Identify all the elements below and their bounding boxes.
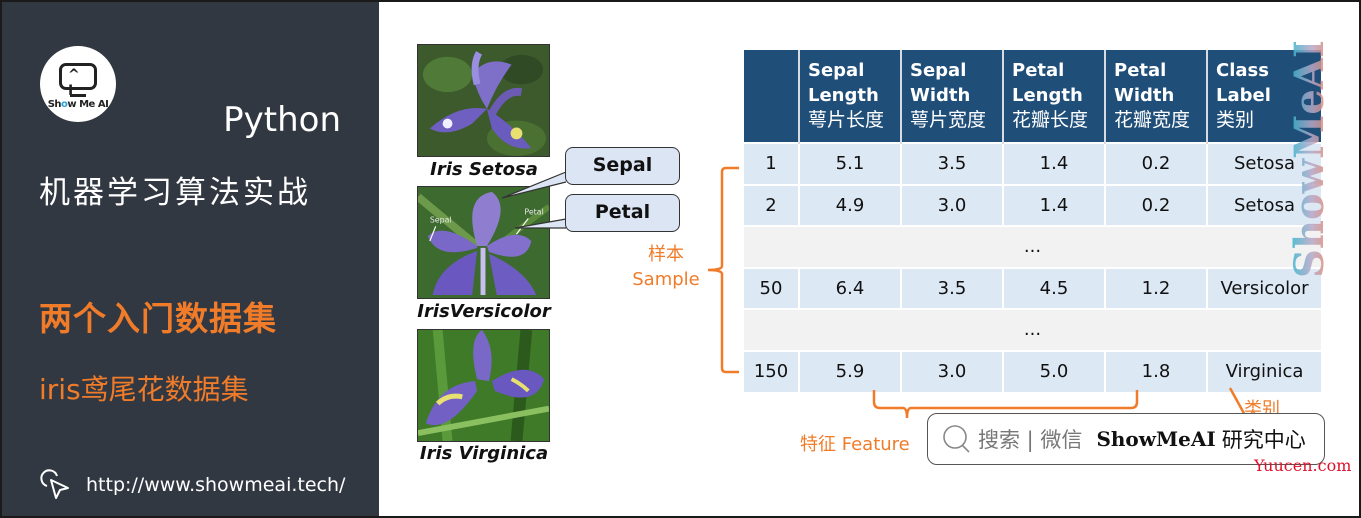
watermark-text: ShowMeAI [1289,42,1329,278]
iris-versicolor-image: Sepal Petal [417,186,550,299]
feature-cell: 3.5 [900,266,1003,309]
showmeai-logo: ^ I Show Me AI [40,46,116,122]
sample-label: 样本 Sample [624,242,708,292]
row-index-cell: 2 [744,183,799,226]
header-label-cn: 萼片宽度 [910,109,987,131]
iris-virginica-caption: Iris Virginica [419,443,549,464]
ellipsis-row: ... [744,225,1321,268]
feature-cell: 4.9 [798,183,901,226]
iris-data-table: Sepal Length 萼片长度 Sepal Width 萼片宽度 Petal Length… [744,50,1321,392]
feature-cell: 1.8 [1104,349,1207,392]
header-label-en: Width [1114,85,1175,106]
ellipsis-row: ... [744,308,1321,351]
header-label-en: Petal [1114,60,1167,81]
language-title: Python [223,100,341,140]
feature-cell: 3.0 [900,183,1003,226]
subsection-title: iris鸢尾花数据集 [39,373,249,406]
header-label-en: Sepal [910,60,967,81]
left-panel: ^ I Show Me AI Python 机器学习算法实战 两个入门数据集 i… [2,2,379,516]
search-icon [943,425,970,453]
website-link[interactable]: http://www.showmeai.tech/ [38,468,345,502]
search-hint: 搜索 | 微信 [978,428,1083,452]
table-row: 50 6.4 3.5 4.5 1.2 Versicolor [744,266,1321,309]
feature-cell: 6.4 [798,266,901,309]
header-label-en: Width [910,85,971,106]
row-index-cell: 150 [744,349,799,392]
feature-cell: 3.5 [900,142,1003,185]
sample-brace [707,166,739,374]
table-row: 2 4.9 3.0 1.4 0.2 Setosa [744,183,1321,226]
column-header: Sepal Length 萼片长度 [798,50,901,143]
header-label-en: Length [808,85,879,106]
sepal-inner-label: Sepal [430,215,452,224]
column-header: Sepal Width 萼片宽度 [900,50,1003,143]
header-label-en: Petal [1012,60,1065,81]
header-label-cn: 花瓣宽度 [1114,109,1191,131]
feature-cell: 0.2 [1104,142,1207,185]
feature-cell: 4.5 [1002,266,1105,309]
row-index-cell: 1 [744,142,799,185]
course-title: 机器学习算法实战 [39,175,311,211]
header-label-cn: 花瓣长度 [1012,109,1089,131]
iris-setosa-image [417,44,550,157]
ellipsis-cell: ... [744,308,1321,351]
header-label-en: Length [1012,85,1083,106]
search-brand-cn: 研究中心 [1221,428,1306,452]
sepal-callout: Sepal [565,147,680,185]
cursor-click-icon [40,469,69,499]
table-row: 1 5.1 3.5 1.4 0.2 Setosa [744,142,1321,185]
robot-stand-icon [70,94,86,97]
iris-setosa-caption: Iris Setosa [430,159,538,180]
feature-cell: 5.9 [798,349,901,392]
feature-cell: 5.0 [1002,349,1105,392]
yuucen-watermark: Yuucen.com [1254,456,1352,475]
sample-label-cn: 样本 [648,244,684,265]
feature-label: 特征 Feature [800,434,910,455]
ellipsis-cell: ... [744,225,1321,268]
sample-label-en: Sample [632,269,700,290]
iris-versicolor-caption: IrisVersicolor [417,301,551,322]
row-index-cell: 50 [744,266,799,309]
search-brand: ShowMeAI [1096,427,1216,451]
table-header-row: Sepal Length 萼片长度 Sepal Width 萼片宽度 Petal Length… [744,50,1321,143]
feature-cell: 3.0 [900,349,1003,392]
showmeai-watermark: ShowMeAI [1289,42,1329,278]
petal-callout: Petal [565,194,680,232]
website-url[interactable]: http://www.showmeai.tech/ [86,474,345,496]
petal-inner-label: Petal [524,208,543,217]
slide: ^ I Show Me AI Python 机器学习算法实战 两个入门数据集 i… [0,0,1361,518]
feature-cell: 1.4 [1002,183,1105,226]
iris-virginica-image [417,329,550,442]
column-header [744,50,799,143]
column-header: Petal Width 花瓣宽度 [1104,50,1207,143]
feature-cell: 0.2 [1104,183,1207,226]
logo-text-part: Sh [47,99,62,110]
robot-screen-icon: ^ I [59,63,97,99]
feature-cell: 1.4 [1002,142,1105,185]
header-label-en: Sepal [808,60,865,81]
logo-text-part: w Me AI [67,99,109,110]
feature-cell: 1.2 [1104,266,1207,309]
feature-cell: 5.1 [798,142,901,185]
logo-text: Show Me AI [44,99,112,110]
column-header: Petal Length 花瓣长度 [1002,50,1105,143]
header-label-cn: 萼片长度 [808,109,885,131]
section-title: 两个入门数据集 [39,299,277,338]
